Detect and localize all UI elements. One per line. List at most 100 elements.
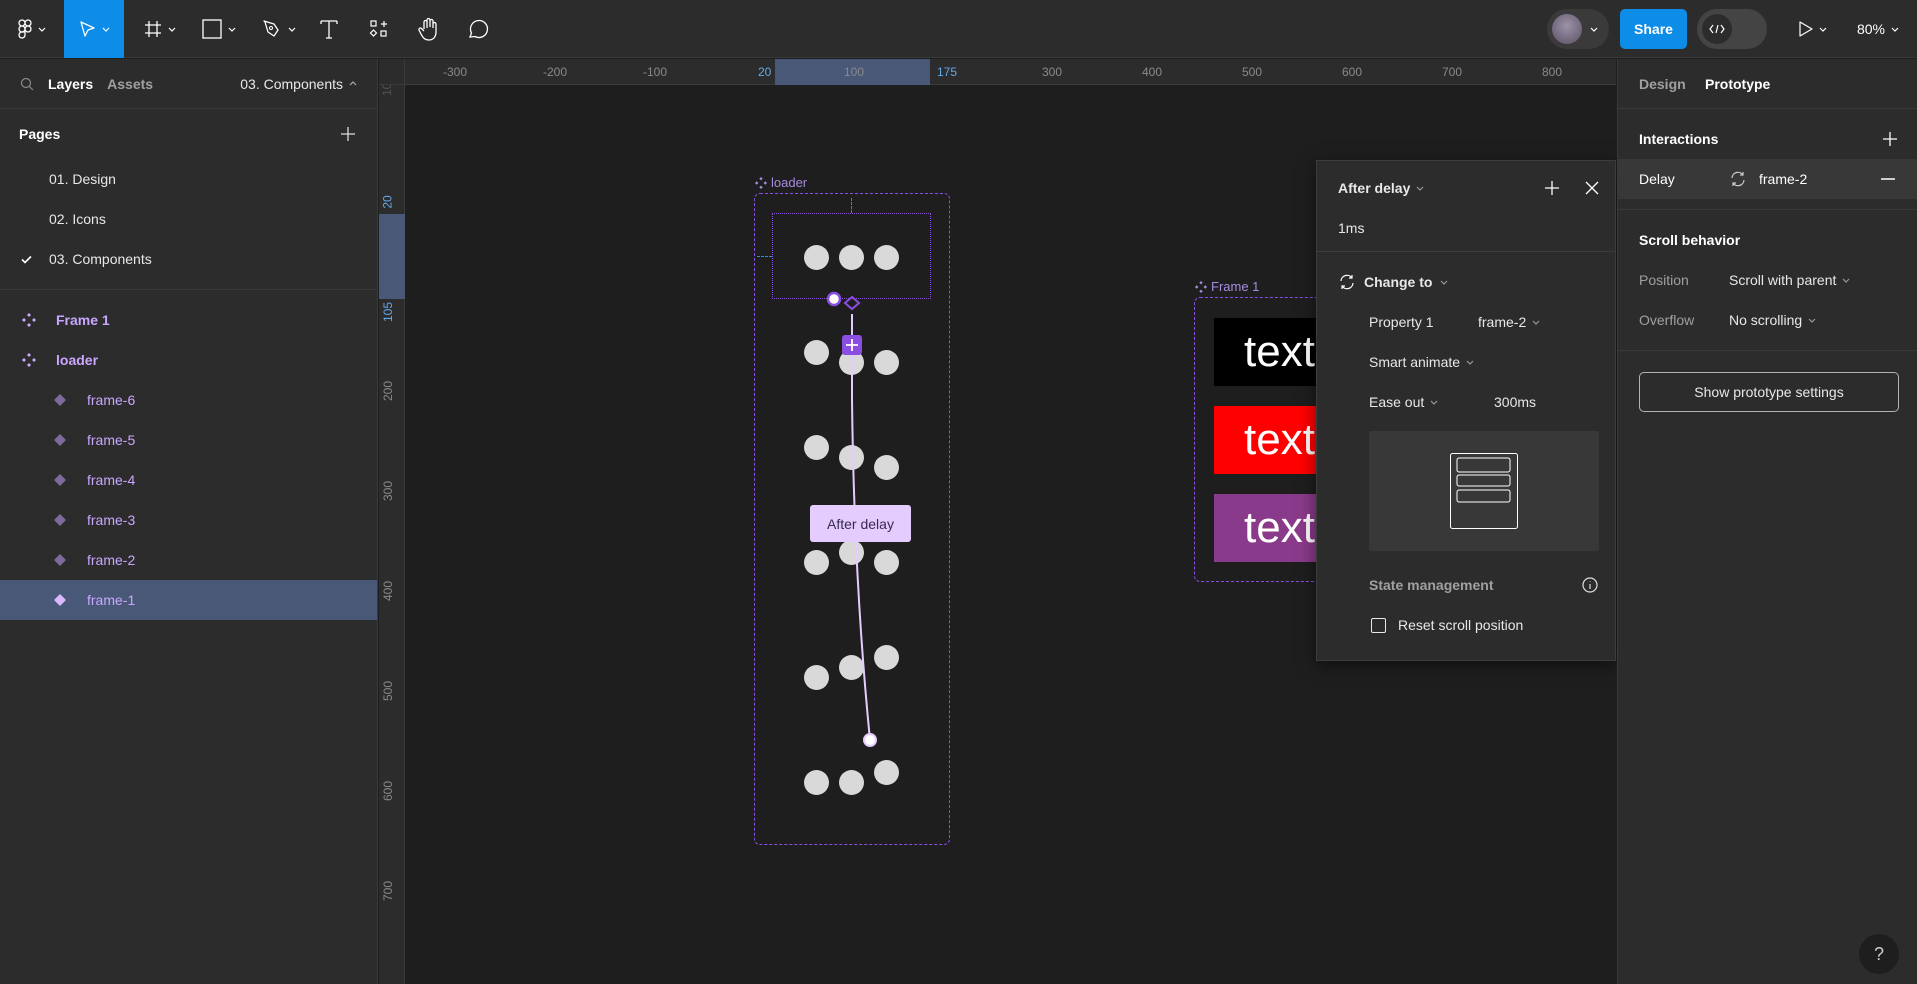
chevron-down-icon bbox=[1891, 27, 1899, 32]
actions-button[interactable] bbox=[366, 0, 392, 58]
figma-logo-icon bbox=[18, 19, 32, 39]
tab-design[interactable]: Design bbox=[1639, 72, 1686, 96]
move-tool-button[interactable] bbox=[64, 0, 124, 58]
divider bbox=[1317, 251, 1615, 252]
chevron-down-icon bbox=[1819, 27, 1827, 32]
multiplayer-avatar-button[interactable] bbox=[1547, 0, 1609, 58]
add-action-icon[interactable] bbox=[1545, 181, 1559, 195]
cursor-icon bbox=[80, 21, 95, 37]
reset-scroll-checkbox[interactable]: Reset scroll position bbox=[1371, 613, 1523, 637]
tab-layers[interactable]: Layers bbox=[48, 76, 93, 92]
duration-input[interactable]: 300ms bbox=[1494, 390, 1536, 414]
main-menu-button[interactable] bbox=[12, 0, 52, 58]
add-page-icon[interactable] bbox=[341, 127, 355, 141]
comment-tool-button[interactable] bbox=[465, 0, 491, 58]
add-interaction-button[interactable] bbox=[842, 335, 862, 355]
page-item[interactable]: 02. Icons bbox=[0, 199, 377, 239]
state-management-title: State management bbox=[1369, 577, 1494, 593]
property-value-select[interactable]: frame-2 bbox=[1478, 310, 1540, 334]
overflow-label: Overflow bbox=[1639, 312, 1695, 328]
search-icon[interactable] bbox=[20, 77, 34, 91]
present-button[interactable] bbox=[1794, 0, 1832, 58]
layer-item[interactable]: frame-5 bbox=[0, 420, 377, 460]
shape-tool-button[interactable] bbox=[198, 0, 240, 58]
chevron-down-icon bbox=[228, 27, 236, 32]
actions-icon bbox=[369, 20, 387, 37]
frame-label-text: Frame 1 bbox=[1211, 279, 1260, 294]
page-item[interactable]: 01. Design bbox=[0, 159, 377, 199]
checkbox[interactable] bbox=[1371, 617, 1386, 633]
overflow-select[interactable]: No scrolling bbox=[1729, 308, 1816, 332]
layer-item[interactable]: frame-6 bbox=[0, 380, 377, 420]
hand-tool-button[interactable] bbox=[415, 0, 443, 58]
overflow-value: No scrolling bbox=[1729, 312, 1803, 328]
dev-mode-toggle[interactable] bbox=[1697, 9, 1767, 49]
zoom-menu-button[interactable]: 80% bbox=[1852, 0, 1904, 58]
component-set-icon bbox=[1195, 280, 1207, 293]
tab-prototype[interactable]: Prototype bbox=[1705, 72, 1770, 96]
toolbar: Share 80% bbox=[0, 0, 1917, 58]
pages-header: Pages bbox=[0, 109, 377, 159]
variant-diamond-icon bbox=[53, 553, 67, 567]
change-to-cycle-icon bbox=[1731, 171, 1745, 187]
component-set-icon bbox=[22, 353, 36, 367]
interaction-details-popover: After delay 1ms Change to Property 1 fra… bbox=[1316, 160, 1616, 661]
pages-title: Pages bbox=[19, 126, 61, 142]
divider bbox=[1618, 209, 1917, 210]
connection-end-handle bbox=[863, 733, 877, 747]
position-select[interactable]: Scroll with parent bbox=[1729, 268, 1850, 292]
left-panel-tabs: Layers Assets 03. Components bbox=[0, 59, 377, 109]
share-button[interactable]: Share bbox=[1620, 9, 1687, 49]
variant-diamond-icon bbox=[53, 473, 67, 487]
trigger-select[interactable]: After delay bbox=[1338, 176, 1424, 200]
interactions-title: Interactions bbox=[1639, 131, 1719, 147]
layer-item[interactable]: frame-2 bbox=[0, 540, 377, 580]
interaction-trigger: Delay bbox=[1639, 171, 1675, 187]
pen-icon bbox=[263, 20, 279, 37]
chevron-down-icon bbox=[1441, 280, 1448, 285]
help-button[interactable]: ? bbox=[1859, 934, 1899, 974]
animation-select[interactable]: Smart animate bbox=[1369, 350, 1474, 374]
layer-item[interactable]: frame-4 bbox=[0, 460, 377, 500]
action-select[interactable]: Change to bbox=[1338, 270, 1448, 294]
easing-label: Ease out bbox=[1369, 394, 1425, 410]
connection-start-handle bbox=[826, 291, 842, 307]
layer-label: Frame 1 bbox=[56, 312, 110, 328]
text-icon bbox=[320, 20, 338, 39]
layer-item[interactable]: loader bbox=[0, 340, 377, 380]
variant-diamond-icon bbox=[53, 433, 67, 447]
preview-frame-icon bbox=[1450, 453, 1518, 529]
interaction-row[interactable]: Delay frame-2 bbox=[1618, 159, 1917, 199]
layer-label: frame-3 bbox=[87, 512, 136, 528]
chevron-down-icon bbox=[1532, 320, 1540, 325]
layer-item[interactable]: Frame 1 bbox=[0, 300, 377, 340]
avatar bbox=[1552, 14, 1582, 44]
add-interaction-icon[interactable] bbox=[1883, 132, 1897, 146]
pen-tool-button[interactable] bbox=[258, 0, 300, 58]
frame-tool-button[interactable] bbox=[140, 0, 180, 58]
frame1-label[interactable]: Frame 1 bbox=[1195, 279, 1259, 294]
layer-label: frame-2 bbox=[87, 552, 136, 568]
tab-assets[interactable]: Assets bbox=[107, 76, 153, 92]
info-icon[interactable] bbox=[1582, 577, 1598, 593]
page-selector[interactable]: 03. Components bbox=[240, 76, 357, 92]
layer-label: frame-6 bbox=[87, 392, 136, 408]
chevron-down-icon bbox=[1842, 278, 1850, 283]
show-prototype-settings-button[interactable]: Show prototype settings bbox=[1639, 372, 1899, 412]
page-item-active[interactable]: 03. Components bbox=[0, 239, 377, 279]
delay-input[interactable]: 1ms bbox=[1338, 216, 1364, 240]
chevron-down-icon bbox=[102, 27, 110, 32]
zoom-level: 80% bbox=[1856, 21, 1886, 37]
animation-label: Smart animate bbox=[1369, 354, 1461, 370]
frame-hash-icon bbox=[145, 21, 161, 37]
connection-label[interactable]: After delay bbox=[810, 505, 911, 542]
page-label: 01. Design bbox=[49, 171, 116, 187]
remove-interaction-icon[interactable] bbox=[1881, 178, 1895, 180]
close-icon[interactable] bbox=[1585, 181, 1599, 195]
text-tool-button[interactable] bbox=[316, 0, 342, 58]
layer-label: loader bbox=[56, 352, 99, 368]
easing-select[interactable]: Ease out bbox=[1369, 390, 1438, 414]
layer-item-selected[interactable]: frame-1 bbox=[0, 580, 377, 620]
layer-item[interactable]: frame-3 bbox=[0, 500, 377, 540]
component-set-icon bbox=[22, 313, 36, 327]
